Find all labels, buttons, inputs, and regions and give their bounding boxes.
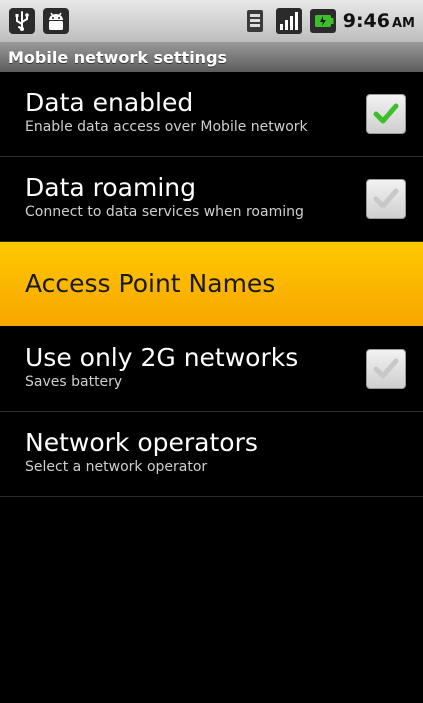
data-roaming-setting[interactable]: Data roaming Connect to data services wh… [0,157,423,242]
android-debug-icon [42,7,70,35]
network-operators-setting[interactable]: Network operators Select a network opera… [0,412,423,497]
screen-title-bar: Mobile network settings [0,42,423,72]
data-enabled-setting[interactable]: Data enabled Enable data access over Mob… [0,72,423,157]
data-enabled-checkbox[interactable] [366,94,406,134]
settings-list: Data enabled Enable data access over Mob… [0,72,423,497]
battery-icon [309,7,337,35]
use-only-2g-checkbox[interactable] [366,349,406,389]
data-roaming-title: Data roaming [25,173,196,202]
checkmark-icon [373,103,399,124]
signal-icon [275,7,303,35]
checkmark-off-icon [373,188,399,209]
checkmark-off-icon [373,358,399,379]
network-operators-summary: Select a network operator [25,459,208,475]
use-only-2g-title: Use only 2G networks [25,343,299,372]
status-clock: 9:46 AM [342,10,415,32]
data-roaming-checkbox[interactable] [366,179,406,219]
data-roaming-summary: Connect to data services when roaming [25,204,304,220]
status-bar: 9:46 AM [0,0,423,42]
system-icons: 9:46 AM [241,7,415,35]
use-only-2g-summary: Saves battery [25,374,123,390]
data-transfer-icon [241,7,269,35]
data-enabled-summary: Enable data access over Mobile network [25,119,308,135]
notification-icons [8,7,70,35]
access-point-names-setting[interactable]: Access Point Names [0,242,423,327]
access-point-names-title: Access Point Names [25,269,276,298]
use-only-2g-setting[interactable]: Use only 2G networks Saves battery [0,327,423,412]
usb-icon [8,7,36,35]
network-operators-title: Network operators [25,428,258,457]
screen-title: Mobile network settings [8,47,228,67]
data-enabled-title: Data enabled [25,88,194,117]
